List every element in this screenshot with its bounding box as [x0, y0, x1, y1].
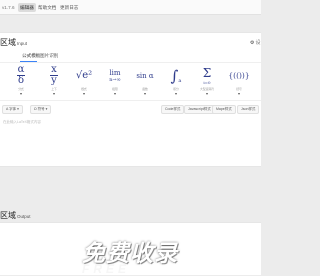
limit-icon: lim n→∞ — [109, 68, 121, 83]
tab-image-recognition[interactable]: 图片识别 — [40, 53, 58, 59]
input-title: 区域Input — [0, 38, 28, 47]
mape-style-button[interactable]: Mape样式 — [212, 105, 236, 114]
fraction-icon: αδ — [16, 64, 26, 86]
json-style-button[interactable]: Json样式 — [237, 105, 260, 114]
top-nav: v1.7.6 编辑器 帮助文档 更新日志 — [0, 0, 261, 15]
chevron-down-icon: ▾ — [237, 91, 240, 96]
javascript-style-button[interactable]: Javascript样式 — [184, 105, 215, 114]
nav-editor[interactable]: 编辑器 — [18, 2, 36, 12]
fraction-icon: xy — [50, 64, 58, 86]
gear-icon: ⚙ — [250, 40, 255, 46]
template-sqrt[interactable]: √e² 根式 ▾ — [71, 63, 97, 98]
template-integral[interactable]: ∫ a 积分 ▾ — [163, 63, 189, 98]
integral-icon: ∫ a — [170, 66, 182, 85]
chevron-down-icon: ▾ — [205, 91, 208, 96]
nav-changelog[interactable]: 更新日志 — [58, 3, 80, 12]
tab-divider — [0, 62, 261, 63]
chevron-down-icon: ▾ — [174, 91, 177, 96]
font-button[interactable]: A 字体 ▾ — [2, 105, 23, 114]
version-label: v1.7.6 — [2, 5, 15, 10]
chevron-down-icon: ▾ — [52, 91, 55, 96]
nav-help[interactable]: 帮助文档 — [36, 3, 58, 12]
chevron-down-icon: ▾ — [82, 91, 85, 96]
chevron-down-icon: ▾ — [143, 91, 146, 96]
template-fraction-xy[interactable]: xy 上下 ▾ — [41, 63, 67, 98]
template-sum[interactable]: Σ i=0 大型运算符 ▾ — [194, 63, 220, 98]
function-icon: sin α — [136, 71, 154, 80]
latex-input-placeholder[interactable]: 在此输入LaTeX格式内容 — [3, 120, 41, 125]
settings-button[interactable]: ⚙设 — [250, 39, 261, 46]
template-function[interactable]: sin α 函数 ▾ — [132, 63, 158, 98]
chevron-down-icon: ▾ — [19, 91, 22, 96]
template-fraction-greek[interactable]: αδ 分式 ▾ — [8, 63, 34, 98]
toolbar-divider — [0, 100, 261, 101]
sum-icon: Σ i=0 — [202, 66, 212, 85]
symbol-button[interactable]: Ω 符号 ▾ — [30, 105, 52, 114]
chevron-down-icon: ▾ — [113, 91, 116, 96]
template-brackets[interactable]: {(())} 括号 ▾ — [226, 63, 252, 98]
sqrt-icon: √e² — [75, 70, 93, 81]
tab-formula-templates[interactable]: 公式模板 — [22, 53, 40, 59]
code-style-button[interactable]: Code样式 — [161, 105, 185, 114]
template-limit[interactable]: lim n→∞ 极限 ▾ — [102, 63, 128, 98]
output-title: 区域Output — [0, 211, 31, 220]
brackets-icon: {(())} — [228, 71, 250, 80]
